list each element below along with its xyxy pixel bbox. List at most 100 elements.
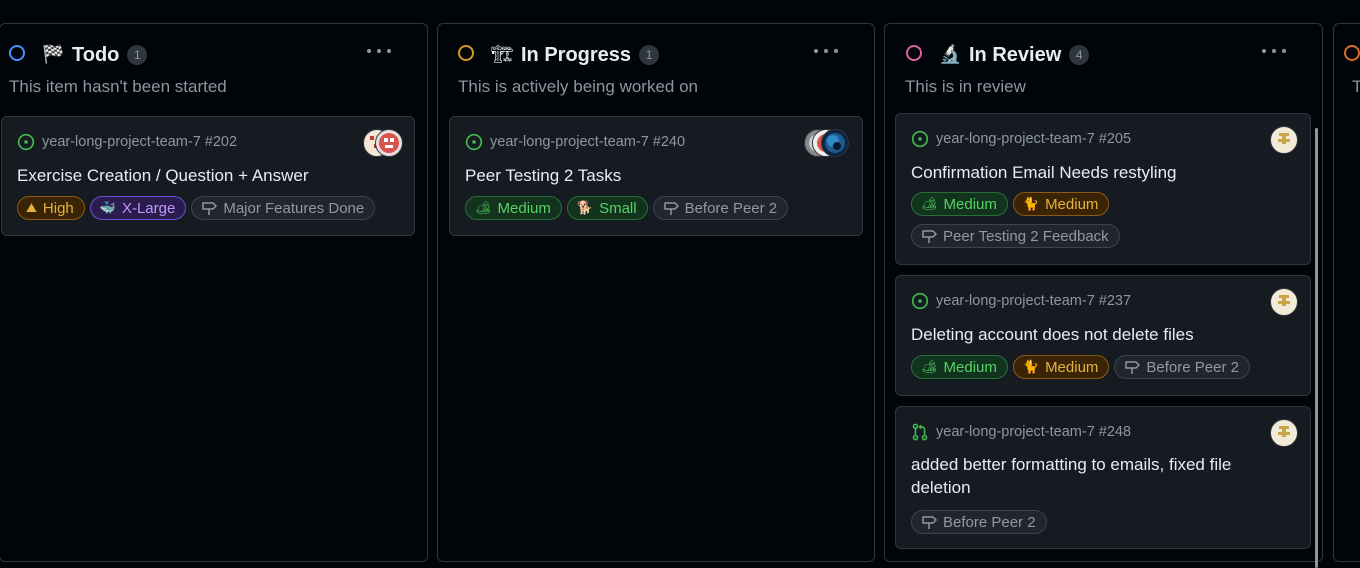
status-circle-icon [458,45,474,61]
column-more-options-button[interactable] [1262,46,1286,56]
column-count-badge: 1 [639,45,660,65]
milestone-label[interactable]: Peer Testing 2 Feedback [911,224,1120,248]
milestone-label[interactable]: Major Features Done [191,196,376,220]
column-todo: 🏁 Todo 1 This item hasn't been started ye… [0,23,428,562]
column-title: In Progress 1 [521,43,660,67]
label-text: Medium [943,358,997,376]
card-title[interactable]: Confirmation Email Needs restyling [911,161,1290,184]
pull-request-icon [912,423,928,441]
milestone-icon [922,516,937,529]
cat-icon: 🐈 [1022,359,1040,374]
label-text: Peer Testing 2 Feedback [943,227,1109,245]
card-labels: 🏕 Medium 🐕 Small Before Peer 2 [465,196,848,220]
item-card[interactable]: year-long-project-team-7 #205 Confirmati… [895,113,1311,265]
priority-label[interactable]: ⛰ High [17,196,85,220]
column-header: 🏁 Todo 1 This item hasn't been started [0,24,427,114]
size-label[interactable]: 🐕 Small [566,196,648,220]
checkered-flag-icon: 🏁 [42,44,65,64]
column-in-review: 🔬 In Review 4 This is in review year-long… [884,23,1323,568]
open-issue-icon [911,292,929,310]
label-text: Medium [1045,358,1099,376]
column-partial: T [1333,23,1360,562]
card-labels: Before Peer 2 [911,510,1296,534]
cat-icon: 🐈 [1022,196,1040,211]
microscope-icon: 🔬 [939,44,962,64]
assignee-avatar[interactable] [1270,126,1298,154]
issue-repo-number: year-long-project-team-7 #202 [42,134,238,150]
card-title[interactable]: Exercise Creation / Question + Answer [17,164,394,187]
card-title[interactable]: Deleting account does not delete files [911,323,1290,346]
priority-label[interactable]: 🏕 Medium [465,196,562,220]
issue-reference[interactable]: year-long-project-team-7 #237 [911,291,1131,311]
issue-reference[interactable]: year-long-project-team-7 #205 [911,129,1131,149]
whale-icon: 🐳 [99,200,116,215]
milestone-icon [202,202,218,215]
assignee-avatar[interactable] [1270,288,1298,316]
column-header: 🔬 In Review 4 This is in review [885,24,1322,114]
issue-repo-number: year-long-project-team-7 #248 [936,424,1132,440]
column-count-badge: 1 [127,45,148,65]
column-description: This item hasn't been started [9,77,227,96]
issue-repo-number: year-long-project-team-7 #237 [936,293,1132,309]
column-description: T [1352,77,1360,96]
milestone-icon [663,202,679,215]
label-text: Major Features Done [223,199,365,217]
size-label[interactable]: 🐳 X-Large [89,196,187,220]
card-labels: ⛰ High 🐳 X-Large Major Features Done [17,196,400,220]
label-text: Medium [1045,195,1099,213]
label-text: Before Peer 2 [1146,358,1239,376]
issue-repo-number: year-long-project-team-7 #205 [936,131,1132,147]
label-text: Medium [943,195,997,213]
milestone-icon [922,230,937,243]
camping-icon: 🏕 [475,200,492,215]
column-count-badge: 4 [1069,45,1090,65]
pull-request-reference[interactable]: year-long-project-team-7 #248 [911,422,1131,442]
label-text: Before Peer 2 [943,513,1036,531]
card-title[interactable]: Peer Testing 2 Tasks [465,164,842,187]
card-labels: 🏕 Medium 🐈 Medium Peer Testing 2 Feedback [911,192,1296,248]
milestone-label[interactable]: Before Peer 2 [911,510,1047,534]
column-title-text: Todo [72,44,120,66]
milestone-icon [1125,361,1141,374]
milestone-label[interactable]: Before Peer 2 [1114,355,1250,379]
label-text: X-Large [121,199,176,217]
column-in-progress: 🏗 In Progress 1 This is actively being wo… [437,23,875,562]
construction-icon: 🏗 [491,44,514,64]
column-title: Todo 1 [72,43,148,67]
column-title: In Review 4 [969,43,1090,67]
camping-icon: 🏕 [921,196,938,211]
column-more-options-button[interactable] [814,46,838,56]
priority-label[interactable]: 🏕 Medium [911,355,1008,379]
size-label[interactable]: 🐈 Medium [1012,192,1110,216]
size-label[interactable]: 🐈 Medium [1012,355,1110,379]
status-circle-icon [1344,45,1360,61]
item-card[interactable]: year-long-project-team-7 #237 Deleting a… [895,275,1311,396]
column-description: This is actively being worked on [458,77,699,96]
status-circle-icon [906,45,922,61]
status-circle-icon [9,45,25,61]
priority-label[interactable]: 🏕 Medium [911,192,1008,216]
item-card[interactable]: year-long-project-team-7 #240 Peer Testi… [449,116,863,236]
milestone-label[interactable]: Before Peer 2 [652,196,789,220]
label-text: High [42,199,74,217]
dog-icon: 🐕 [576,200,594,215]
issue-reference[interactable]: year-long-project-team-7 #202 [17,132,237,152]
column-description: This is in review [905,77,1026,96]
open-issue-icon [17,133,35,151]
column-header: 🏗 In Progress 1 This is actively being wo… [438,24,874,114]
assignee-avatar[interactable] [375,129,403,157]
mountain-icon: ⛰ [26,200,37,215]
item-card[interactable]: year-long-project-team-7 #248 added bett… [895,406,1311,549]
card-title[interactable]: added better formatting to emails, fixed… [911,453,1290,499]
assignee-avatar[interactable] [821,129,849,157]
issue-reference[interactable]: year-long-project-team-7 #240 [465,132,685,152]
issue-repo-number: year-long-project-team-7 #240 [490,134,686,150]
scrollbar[interactable] [1315,128,1318,568]
item-card[interactable]: year-long-project-team-7 #202 Exercise C… [1,116,415,236]
label-text: Medium [497,199,551,217]
assignee-avatar[interactable] [1270,419,1298,447]
camping-icon: 🏕 [921,359,938,374]
column-title-text: In Progress [521,44,632,66]
open-issue-icon [911,130,929,148]
column-more-options-button[interactable] [367,46,391,56]
